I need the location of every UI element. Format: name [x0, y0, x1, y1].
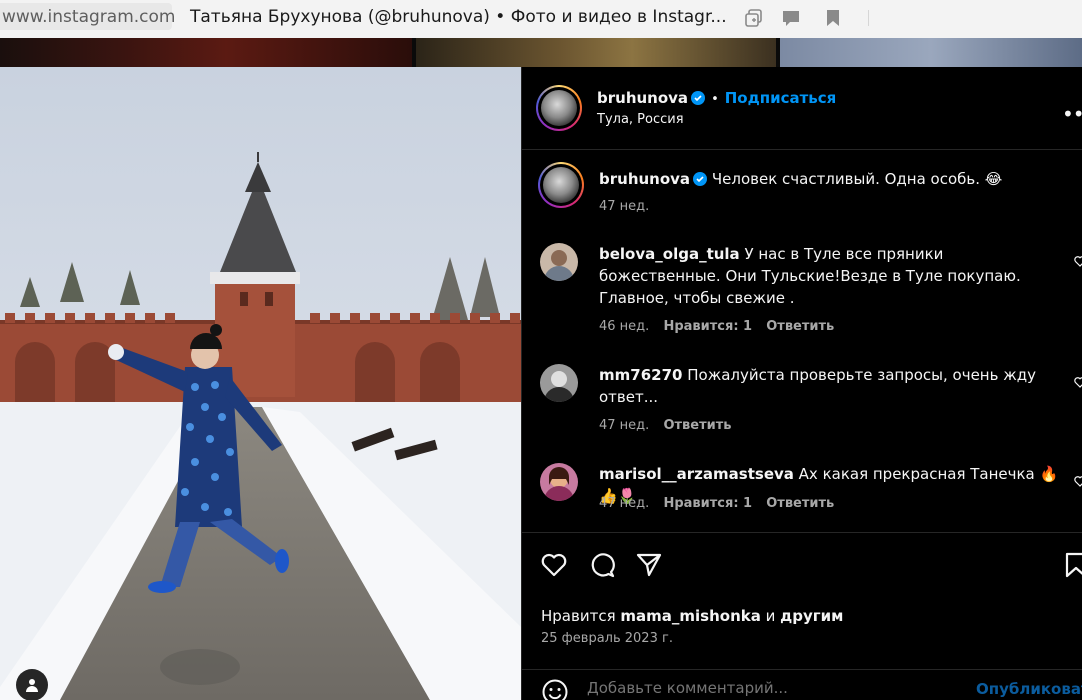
comment-age[interactable]: 46 нед. — [599, 319, 649, 334]
browser-toolbar: www.instagram.com Татьяна Брухунова (@br… — [0, 0, 1082, 38]
heart-icon[interactable] — [540, 551, 568, 579]
post-details-panel: bruhunova • Подписаться Тула, Россия ••• b… — [521, 67, 1082, 700]
post-location[interactable]: Тула, Россия — [597, 112, 684, 127]
chat-icon[interactable] — [781, 8, 801, 28]
reply-button[interactable]: Ответить — [766, 496, 834, 511]
toolbar-divider — [868, 10, 869, 26]
tab-copy-icon[interactable] — [744, 8, 764, 28]
bookmark-icon[interactable] — [823, 8, 843, 28]
likes-summary[interactable]: Нравится mama_mishonka и другим — [541, 607, 843, 625]
likes-others[interactable]: другим — [780, 607, 843, 625]
heart-icon[interactable] — [1074, 376, 1082, 388]
comment-age[interactable]: 47 нед. — [599, 418, 649, 433]
caption-username[interactable]: bruhunova — [599, 170, 690, 188]
caption-text: Человек счастливый. Одна особь. 😂 — [711, 170, 1003, 188]
reply-button[interactable]: Ответить — [663, 418, 731, 433]
comment-icon[interactable] — [588, 551, 616, 579]
heart-icon[interactable] — [1074, 255, 1082, 267]
author-avatar[interactable] — [536, 85, 582, 131]
post-header: bruhunova • Подписаться Тула, Россия ••• — [522, 67, 1082, 150]
address-bar[interactable]: www.instagram.com — [0, 3, 175, 30]
commenter-username[interactable]: belova_olga_tula — [599, 245, 740, 263]
background-feed-strip — [0, 38, 1082, 67]
user-tag-icon — [26, 679, 38, 692]
comment-likes[interactable]: Нравится: 1 — [663, 496, 752, 511]
heart-icon[interactable] — [1074, 475, 1082, 487]
commenter-username[interactable]: mm76270 — [599, 366, 682, 384]
page-title: Татьяна Брухунова (@bruhunova) • Фото и … — [190, 7, 727, 27]
caption-avatar[interactable] — [538, 162, 584, 208]
author-username[interactable]: bruhunova — [597, 89, 688, 107]
background-thumbnail[interactable] — [780, 38, 1082, 67]
commenter-avatar[interactable] — [540, 463, 578, 501]
comment-age[interactable]: 47 нед. — [599, 496, 649, 511]
verified-icon — [693, 172, 708, 186]
likes-user[interactable]: mama_mishonka — [620, 607, 760, 625]
likes-and: и — [765, 607, 776, 625]
share-icon[interactable] — [635, 551, 663, 579]
user-tag-button[interactable] — [16, 669, 48, 700]
background-thumbnail[interactable] — [0, 38, 412, 67]
verified-icon — [691, 91, 706, 105]
background-thumbnail[interactable] — [416, 38, 776, 67]
comment-input[interactable] — [587, 679, 967, 697]
likes-prefix: Нравится — [541, 607, 616, 625]
emoji-icon[interactable] — [541, 678, 569, 700]
reply-button[interactable]: Ответить — [766, 319, 834, 334]
post-photo[interactable] — [0, 67, 521, 700]
post-date[interactable]: 25 февраль 2023 г. — [541, 631, 673, 646]
commenter-username[interactable]: marisol__arzamastseva — [599, 465, 794, 483]
more-options-button[interactable]: ••• — [1062, 102, 1082, 126]
header-separator: • — [711, 92, 719, 107]
caption-age[interactable]: 47 нед. — [599, 199, 649, 214]
comment-likes[interactable]: Нравится: 1 — [663, 319, 752, 334]
add-comment-bar: Опубликовать — [522, 669, 1082, 700]
commenter-avatar[interactable] — [540, 243, 578, 281]
address-url[interactable]: www.instagram.com — [0, 7, 175, 27]
follow-button[interactable]: Подписаться — [725, 89, 837, 107]
commenter-avatar[interactable] — [540, 364, 578, 402]
post-actions: Нравится mama_mishonka и другим 25 февра… — [522, 532, 1082, 700]
save-icon[interactable] — [1062, 551, 1082, 579]
more-icon: ••• — [1062, 102, 1082, 126]
publish-button[interactable]: Опубликовать — [976, 680, 1082, 698]
